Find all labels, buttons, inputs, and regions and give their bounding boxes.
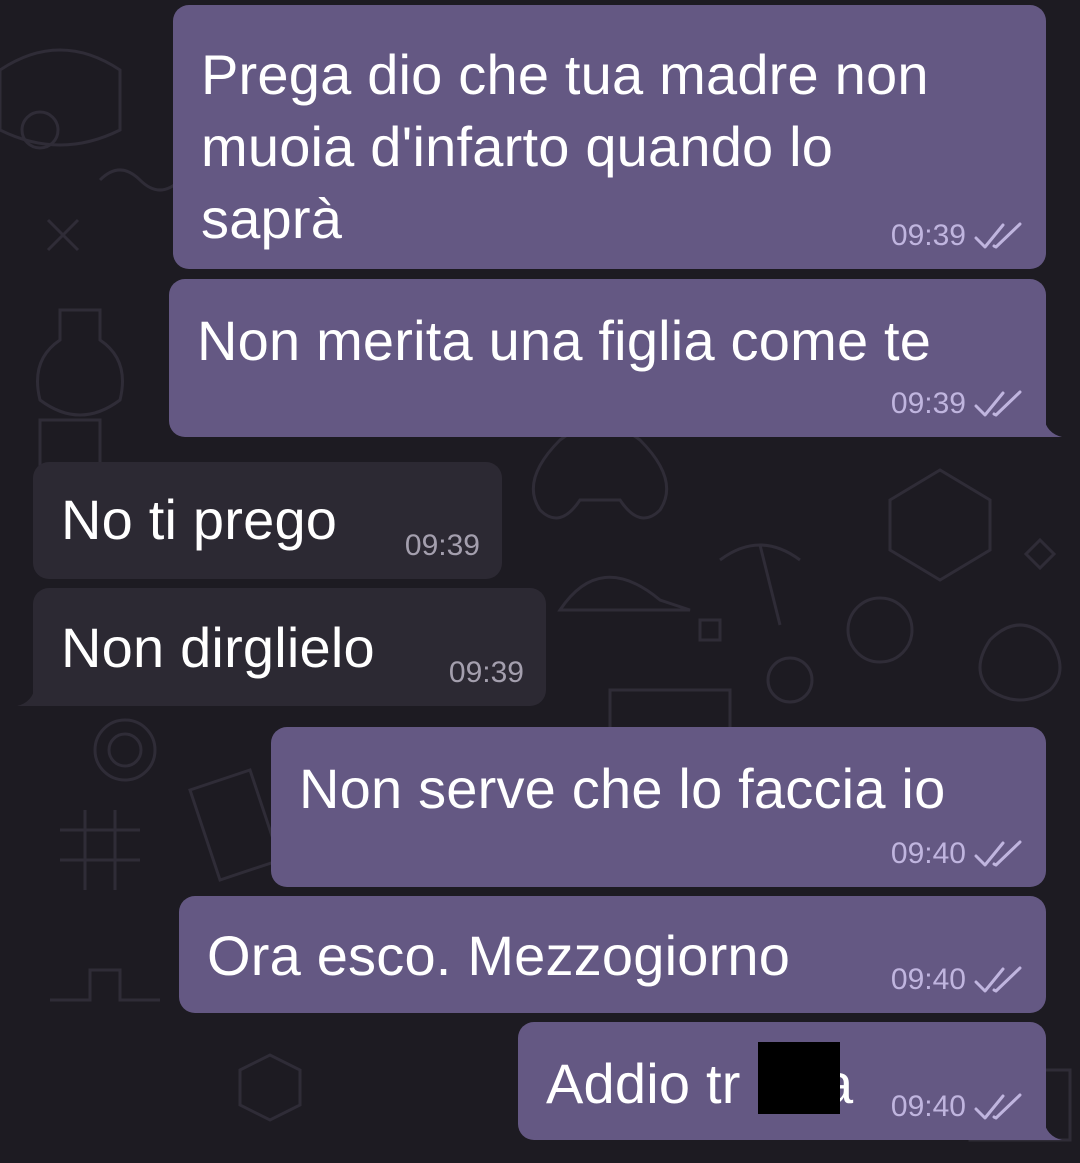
badge-doodle bbox=[846, 596, 914, 664]
message-bubble-outgoing[interactable]: Addio tr a 09:40 bbox=[518, 1022, 1062, 1140]
potion-doodle bbox=[36, 308, 124, 417]
message-text-line: muoia d'infarto quando lo bbox=[201, 115, 834, 178]
x-doodle bbox=[46, 218, 80, 252]
message-time: 09:39 bbox=[890, 219, 966, 252]
cube-doodle bbox=[238, 1053, 302, 1122]
message-bubble-outgoing[interactable]: Ora esco. Mezzogiorno 09:40 bbox=[179, 896, 1046, 1013]
tictactoe-doodle bbox=[60, 810, 140, 890]
message-text-line: saprà bbox=[201, 187, 343, 250]
play-doodle bbox=[766, 656, 814, 704]
message-time: 09:40 bbox=[890, 963, 966, 996]
double-check-icon bbox=[974, 1093, 1026, 1121]
bubble-tail bbox=[1044, 1120, 1062, 1140]
diamond-doodle bbox=[1023, 537, 1057, 571]
vr-headset-doodle bbox=[0, 48, 122, 147]
pickaxe-doodle bbox=[719, 543, 801, 626]
message-time: 09:39 bbox=[448, 656, 524, 689]
message-text: No ti prego bbox=[61, 488, 338, 551]
message-text-start: Addio tr bbox=[546, 1052, 741, 1115]
bubble-tail bbox=[1044, 417, 1062, 437]
message-text: Non dirglielo bbox=[61, 616, 375, 679]
message-bubble-incoming[interactable]: No ti prego 09:39 bbox=[33, 462, 502, 579]
box-doodle bbox=[888, 468, 992, 582]
target-doodle bbox=[93, 718, 157, 782]
message-bubble-outgoing[interactable]: Prega dio che tua madre non muoia d'infa… bbox=[173, 5, 1046, 269]
double-check-icon bbox=[974, 840, 1026, 868]
gamepad-doodle bbox=[531, 423, 669, 520]
message-text: Non merita una figlia come te bbox=[197, 309, 932, 372]
double-check-icon bbox=[974, 390, 1026, 418]
message-text-line: Prega dio che tua madre non bbox=[201, 43, 929, 106]
controller-doodle bbox=[978, 623, 1062, 702]
message-time: 09:39 bbox=[890, 387, 966, 420]
message-text: Non serve che lo faccia io bbox=[299, 757, 946, 820]
message-text: Ora esco. Mezzogiorno bbox=[207, 924, 791, 987]
message-time: 09:40 bbox=[890, 1090, 966, 1123]
plus-doodle bbox=[50, 968, 160, 1002]
chain-doodle bbox=[98, 168, 182, 192]
bubble-tail bbox=[17, 686, 35, 706]
message-time: 09:39 bbox=[404, 529, 480, 562]
message-bubble-incoming[interactable]: Non dirglielo 09:39 bbox=[17, 588, 546, 706]
message-bubble-outgoing[interactable]: Non serve che lo faccia io 09:40 bbox=[271, 727, 1046, 887]
redaction-box bbox=[758, 1042, 840, 1114]
card-doodle bbox=[188, 768, 282, 882]
square-doodle bbox=[698, 618, 722, 642]
message-time: 09:40 bbox=[890, 837, 966, 870]
cap-doodle bbox=[557, 575, 691, 612]
double-check-icon bbox=[974, 966, 1026, 994]
double-check-icon bbox=[974, 222, 1026, 250]
message-bubble-outgoing[interactable]: Non merita una figlia come te 09:39 bbox=[169, 279, 1062, 437]
